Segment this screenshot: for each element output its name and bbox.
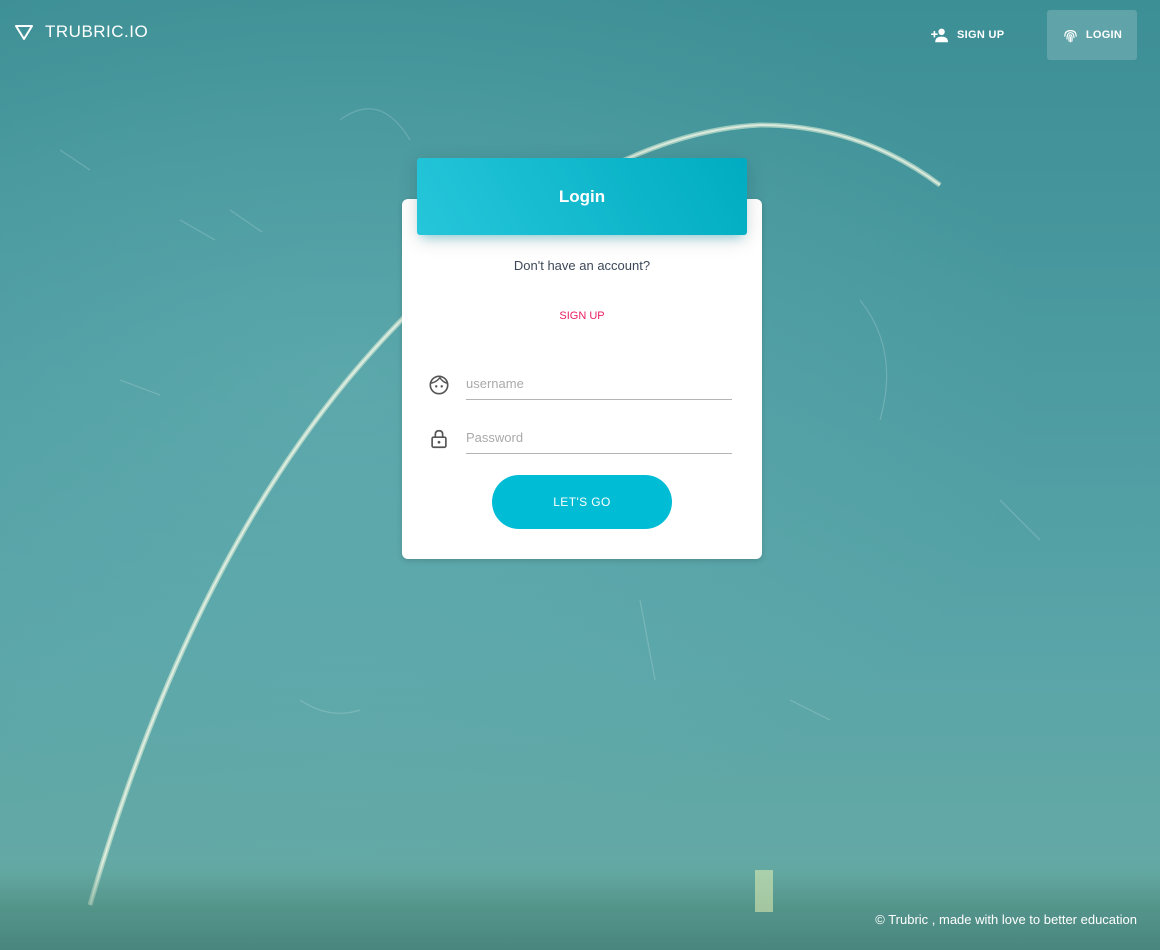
brand-link[interactable]: TRUBRIC.IO xyxy=(14,22,148,42)
nav-login-button[interactable]: LOGIN xyxy=(1047,10,1137,60)
card-title: Login xyxy=(558,186,606,206)
password-input[interactable] xyxy=(466,421,732,454)
password-row xyxy=(428,421,732,455)
nav-signup-label: SIGN UP xyxy=(957,29,1005,41)
username-input[interactable] xyxy=(466,367,732,400)
nav-signup-button[interactable]: SIGN UP xyxy=(918,10,1016,60)
username-row xyxy=(428,367,732,401)
brand-name: TRUBRIC.IO xyxy=(45,22,149,41)
login-page: TRUBRIC.IO SIGN UP LOGIN Don't have an a… xyxy=(0,0,1160,950)
triangle-down-icon xyxy=(15,25,33,40)
nav-login-label: LOGIN xyxy=(1085,29,1123,41)
lock-icon xyxy=(431,429,447,449)
fingerprint-icon xyxy=(1064,29,1077,42)
person-add-icon xyxy=(931,28,948,43)
card-signup-link[interactable]: SIGN UP xyxy=(402,310,762,322)
login-card: Don't have an account? SIGN UP LET'S GO xyxy=(402,199,762,559)
navbar: TRUBRIC.IO SIGN UP LOGIN xyxy=(0,0,1160,70)
lets-go-button[interactable]: LET'S GO xyxy=(492,475,672,529)
face-icon xyxy=(429,375,449,395)
no-account-text: Don't have an account? xyxy=(513,258,651,273)
footer-copyright: © Trubric , made with love to better edu… xyxy=(875,912,1137,927)
login-card-header: Login xyxy=(417,158,747,235)
